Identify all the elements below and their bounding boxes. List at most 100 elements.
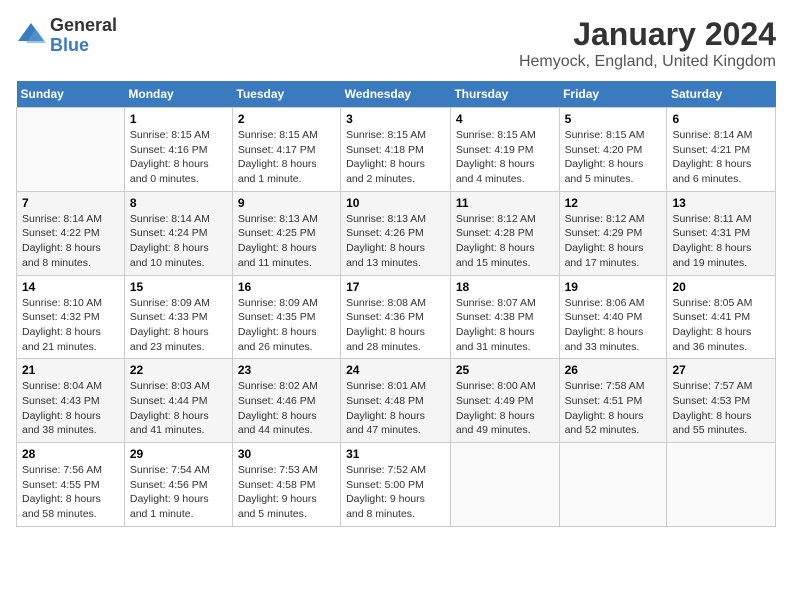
calendar-cell: 25 Sunrise: 8:00 AMSunset: 4:49 PMDayligh… xyxy=(450,359,559,443)
cell-details: Sunrise: 7:52 AMSunset: 5:00 PMDaylight:… xyxy=(346,463,445,522)
calendar-week-1: 1 Sunrise: 8:15 AMSunset: 4:16 PMDaylight… xyxy=(17,108,776,192)
day-header-sunday: Sunday xyxy=(17,81,125,108)
cell-details: Sunrise: 8:09 AMSunset: 4:33 PMDaylight:… xyxy=(130,296,227,355)
day-number: 17 xyxy=(346,280,445,294)
calendar-cell: 12 Sunrise: 8:12 AMSunset: 4:29 PMDayligh… xyxy=(559,191,667,275)
calendar-table: SundayMondayTuesdayWednesdayThursdayFrid… xyxy=(16,81,776,527)
calendar-cell: 22 Sunrise: 8:03 AMSunset: 4:44 PMDayligh… xyxy=(124,359,232,443)
calendar-cell: 19 Sunrise: 8:06 AMSunset: 4:40 PMDayligh… xyxy=(559,275,667,359)
calendar-cell: 30 Sunrise: 7:53 AMSunset: 4:58 PMDayligh… xyxy=(232,443,340,527)
cell-details: Sunrise: 7:57 AMSunset: 4:53 PMDaylight:… xyxy=(672,379,770,438)
cell-details: Sunrise: 8:02 AMSunset: 4:46 PMDaylight:… xyxy=(238,379,335,438)
day-number: 9 xyxy=(238,196,335,210)
cell-details: Sunrise: 8:01 AMSunset: 4:48 PMDaylight:… xyxy=(346,379,445,438)
cell-details: Sunrise: 8:07 AMSunset: 4:38 PMDaylight:… xyxy=(456,296,554,355)
calendar-cell: 15Sunrise: 8:09 AMSunset: 4:33 PMDayligh… xyxy=(124,275,232,359)
day-number: 26 xyxy=(565,363,662,377)
cell-details: Sunrise: 8:15 AMSunset: 4:20 PMDaylight:… xyxy=(565,128,662,187)
calendar-week-5: 28Sunrise: 7:56 AMSunset: 4:55 PMDayligh… xyxy=(17,443,776,527)
cell-details: Sunrise: 7:53 AMSunset: 4:58 PMDaylight:… xyxy=(238,463,335,522)
day-number: 31 xyxy=(346,447,445,461)
calendar-header-row: SundayMondayTuesdayWednesdayThursdayFrid… xyxy=(17,81,776,108)
day-number: 13 xyxy=(672,196,770,210)
calendar-cell: 23Sunrise: 8:02 AMSunset: 4:46 PMDayligh… xyxy=(232,359,340,443)
calendar-cell: 10 Sunrise: 8:13 AMSunset: 4:26 PMDayligh… xyxy=(341,191,451,275)
day-number: 18 xyxy=(456,280,554,294)
cell-details: Sunrise: 8:06 AMSunset: 4:40 PMDaylight:… xyxy=(565,296,662,355)
day-number: 19 xyxy=(565,280,662,294)
calendar-week-2: 7Sunrise: 8:14 AMSunset: 4:22 PMDaylight… xyxy=(17,191,776,275)
calendar-cell: 20 Sunrise: 8:05 AMSunset: 4:41 PMDayligh… xyxy=(667,275,776,359)
day-number: 3 xyxy=(346,112,445,126)
day-number: 8 xyxy=(130,196,227,210)
day-number: 10 xyxy=(346,196,445,210)
calendar-cell: 8 Sunrise: 8:14 AMSunset: 4:24 PMDaylight… xyxy=(124,191,232,275)
day-number: 11 xyxy=(456,196,554,210)
day-number: 20 xyxy=(672,280,770,294)
cell-details: Sunrise: 8:03 AMSunset: 4:44 PMDaylight:… xyxy=(130,379,227,438)
calendar-cell: 11 Sunrise: 8:12 AMSunset: 4:28 PMDayligh… xyxy=(450,191,559,275)
calendar-cell: 29 Sunrise: 7:54 AMSunset: 4:56 PMDayligh… xyxy=(124,443,232,527)
logo-general-text: General xyxy=(50,16,117,36)
calendar-cell: 16Sunrise: 8:09 AMSunset: 4:35 PMDayligh… xyxy=(232,275,340,359)
cell-details: Sunrise: 8:11 AMSunset: 4:31 PMDaylight:… xyxy=(672,212,770,271)
cell-details: Sunrise: 8:13 AMSunset: 4:26 PMDaylight:… xyxy=(346,212,445,271)
cell-details: Sunrise: 8:14 AMSunset: 4:21 PMDaylight:… xyxy=(672,128,770,187)
calendar-cell: 2 Sunrise: 8:15 AMSunset: 4:17 PMDaylight… xyxy=(232,108,340,192)
cell-details: Sunrise: 8:15 AMSunset: 4:17 PMDaylight:… xyxy=(238,128,335,187)
logo-icon xyxy=(16,21,46,51)
cell-details: Sunrise: 8:05 AMSunset: 4:41 PMDaylight:… xyxy=(672,296,770,355)
day-number: 6 xyxy=(672,112,770,126)
calendar-week-4: 21 Sunrise: 8:04 AMSunset: 4:43 PMDayligh… xyxy=(17,359,776,443)
day-header-monday: Monday xyxy=(124,81,232,108)
day-number: 14 xyxy=(22,280,119,294)
day-number: 27 xyxy=(672,363,770,377)
calendar-cell: 26Sunrise: 7:58 AMSunset: 4:51 PMDayligh… xyxy=(559,359,667,443)
calendar-cell: 1 Sunrise: 8:15 AMSunset: 4:16 PMDaylight… xyxy=(124,108,232,192)
day-header-thursday: Thursday xyxy=(450,81,559,108)
cell-details: Sunrise: 7:54 AMSunset: 4:56 PMDaylight:… xyxy=(130,463,227,522)
calendar-cell: 3Sunrise: 8:15 AMSunset: 4:18 PMDaylight… xyxy=(341,108,451,192)
day-number: 1 xyxy=(130,112,227,126)
cell-details: Sunrise: 8:10 AMSunset: 4:32 PMDaylight:… xyxy=(22,296,119,355)
cell-details: Sunrise: 8:12 AMSunset: 4:28 PMDaylight:… xyxy=(456,212,554,271)
day-number: 30 xyxy=(238,447,335,461)
cell-details: Sunrise: 8:12 AMSunset: 4:29 PMDaylight:… xyxy=(565,212,662,271)
calendar-cell: 17 Sunrise: 8:08 AMSunset: 4:36 PMDayligh… xyxy=(341,275,451,359)
cell-details: Sunrise: 8:09 AMSunset: 4:35 PMDaylight:… xyxy=(238,296,335,355)
cell-details: Sunrise: 8:04 AMSunset: 4:43 PMDaylight:… xyxy=(22,379,119,438)
location: Hemyock, England, United Kingdom xyxy=(519,53,776,71)
day-number: 4 xyxy=(456,112,554,126)
day-number: 29 xyxy=(130,447,227,461)
calendar-cell: 14 Sunrise: 8:10 AMSunset: 4:32 PMDayligh… xyxy=(17,275,125,359)
calendar-cell: 21 Sunrise: 8:04 AMSunset: 4:43 PMDayligh… xyxy=(17,359,125,443)
calendar-cell: 7Sunrise: 8:14 AMSunset: 4:22 PMDaylight… xyxy=(17,191,125,275)
day-header-saturday: Saturday xyxy=(667,81,776,108)
logo: General Blue xyxy=(16,16,117,56)
cell-details: Sunrise: 8:15 AMSunset: 4:19 PMDaylight:… xyxy=(456,128,554,187)
day-number: 2 xyxy=(238,112,335,126)
calendar-cell: 31 Sunrise: 7:52 AMSunset: 5:00 PMDayligh… xyxy=(341,443,451,527)
calendar-cell xyxy=(667,443,776,527)
calendar-cell: 6 Sunrise: 8:14 AMSunset: 4:21 PMDaylight… xyxy=(667,108,776,192)
cell-details: Sunrise: 8:14 AMSunset: 4:24 PMDaylight:… xyxy=(130,212,227,271)
calendar-cell: 9Sunrise: 8:13 AMSunset: 4:25 PMDaylight… xyxy=(232,191,340,275)
day-number: 7 xyxy=(22,196,119,210)
cell-details: Sunrise: 8:08 AMSunset: 4:36 PMDaylight:… xyxy=(346,296,445,355)
day-number: 24 xyxy=(346,363,445,377)
day-number: 5 xyxy=(565,112,662,126)
day-number: 28 xyxy=(22,447,119,461)
calendar-cell xyxy=(17,108,125,192)
day-number: 21 xyxy=(22,363,119,377)
day-number: 25 xyxy=(456,363,554,377)
day-header-friday: Friday xyxy=(559,81,667,108)
day-number: 12 xyxy=(565,196,662,210)
calendar-cell: 27 Sunrise: 7:57 AMSunset: 4:53 PMDayligh… xyxy=(667,359,776,443)
day-number: 22 xyxy=(130,363,227,377)
title-section: January 2024 Hemyock, England, United Ki… xyxy=(519,16,776,71)
calendar-cell: 5 Sunrise: 8:15 AMSunset: 4:20 PMDaylight… xyxy=(559,108,667,192)
cell-details: Sunrise: 8:15 AMSunset: 4:16 PMDaylight:… xyxy=(130,128,227,187)
day-header-tuesday: Tuesday xyxy=(232,81,340,108)
cell-details: Sunrise: 8:00 AMSunset: 4:49 PMDaylight:… xyxy=(456,379,554,438)
calendar-cell: 13 Sunrise: 8:11 AMSunset: 4:31 PMDayligh… xyxy=(667,191,776,275)
